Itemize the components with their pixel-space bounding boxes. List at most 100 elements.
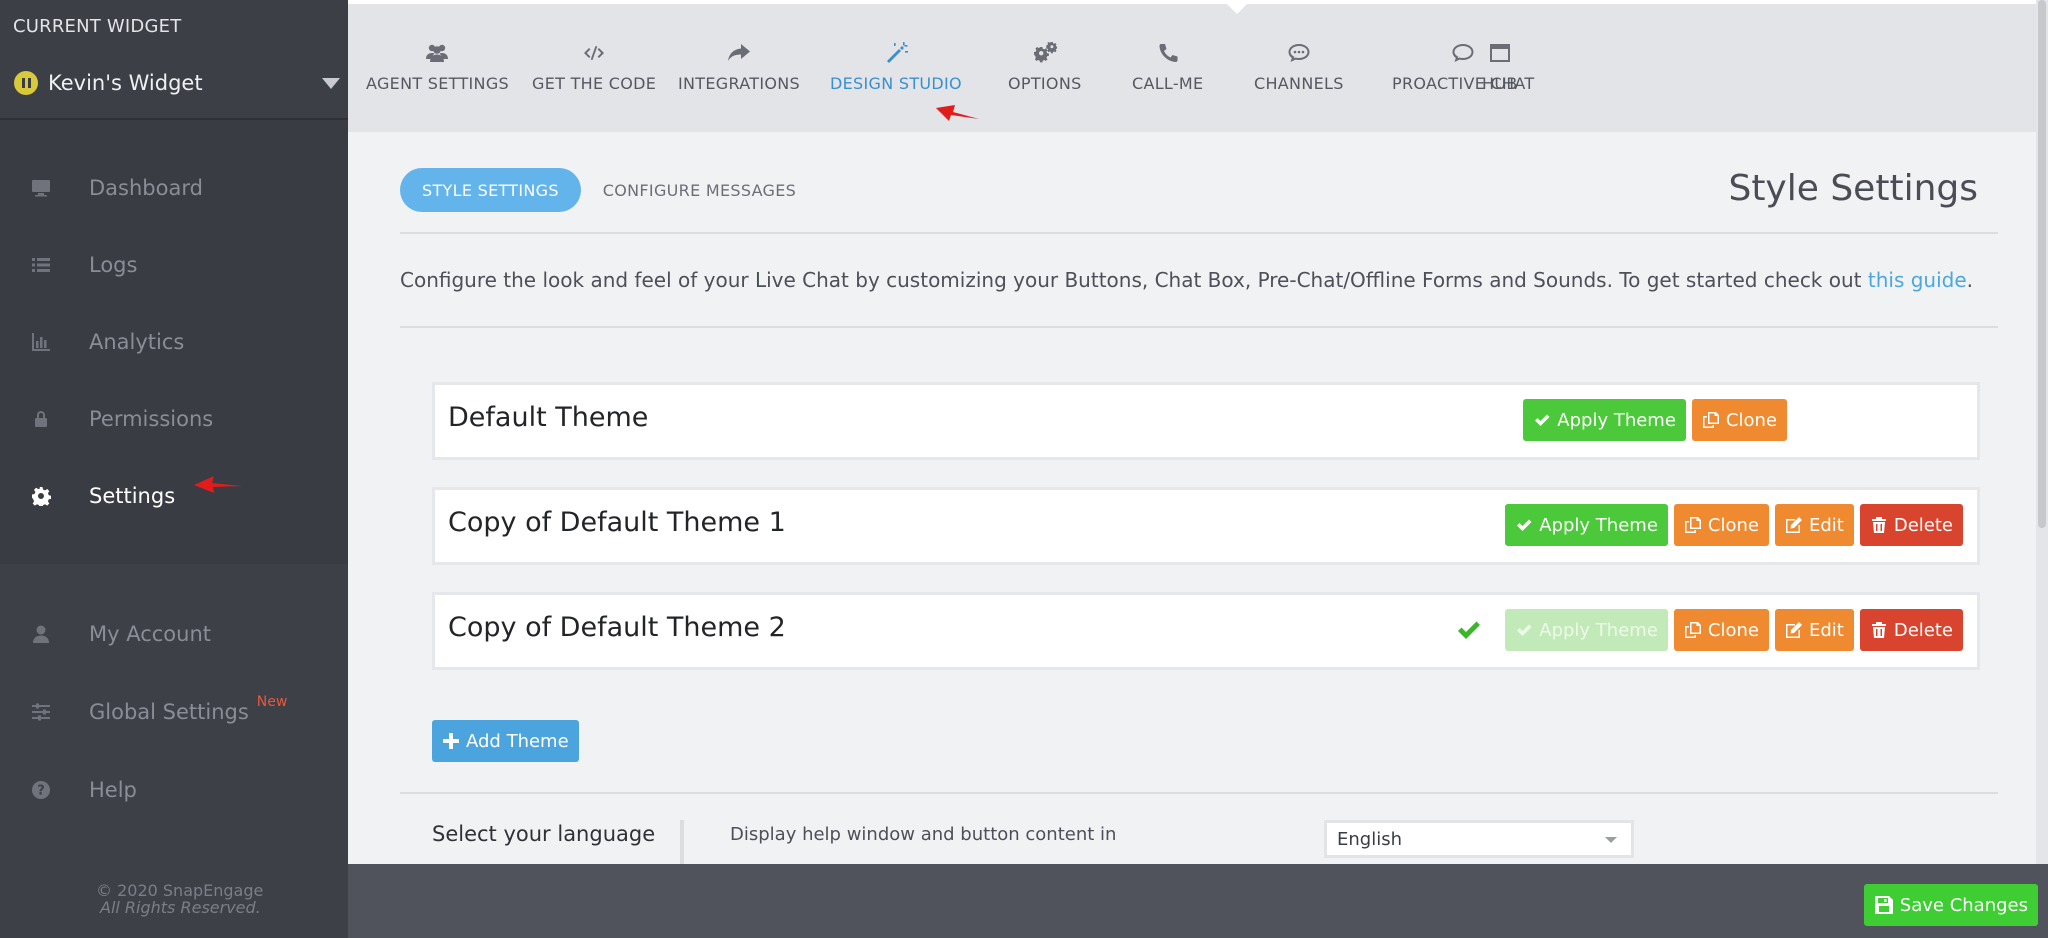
sidebar-item-dashboard[interactable]: Dashboard: [0, 163, 348, 213]
pause-status-icon: [14, 71, 38, 95]
rights-line: All Rights Reserved.: [100, 898, 261, 917]
tab-label: HUB: [1482, 74, 1518, 93]
list-icon: [29, 253, 53, 277]
current-widget-label: CURRENT WIDGET: [13, 16, 182, 37]
svg-text:?: ?: [37, 784, 45, 799]
sliders-icon: [29, 700, 53, 724]
add-theme-button[interactable]: Add Theme: [432, 720, 579, 762]
copy-icon: [1684, 622, 1701, 638]
sidebar-item-label: My Account: [89, 622, 212, 646]
floppy-disk-icon: [1874, 896, 1893, 914]
new-badge: New: [256, 694, 288, 710]
caret-down-icon: [322, 77, 340, 89]
scrollbar-thumb[interactable]: [2038, 0, 2046, 528]
apply-theme-label: Apply Theme: [1539, 619, 1658, 641]
dropdown-arrow-icon: [1605, 837, 1617, 843]
tab-label: DESIGN STUDIO: [830, 74, 962, 93]
clone-label: Clone: [1707, 619, 1759, 641]
main-content: STYLE SETTINGS CONFIGURE MESSAGES Style …: [348, 132, 2036, 864]
page-title: Style Settings: [1728, 168, 1978, 209]
clone-button[interactable]: Clone: [1673, 504, 1769, 546]
sidebar-item-help[interactable]: ? Help: [0, 765, 348, 815]
subtab-bar: STYLE SETTINGS CONFIGURE MESSAGES: [400, 168, 796, 212]
language-selected-value: English: [1337, 828, 1402, 850]
guide-link[interactable]: this guide: [1868, 268, 1967, 292]
tab-get-the-code[interactable]: GET THE CODE: [532, 40, 656, 104]
clone-label: Clone: [1707, 514, 1759, 536]
language-select[interactable]: English: [1324, 820, 1634, 858]
edit-label: Edit: [1808, 619, 1844, 641]
sidebar-item-my-account[interactable]: My Account: [0, 609, 348, 659]
chat-dots-icon: [1286, 40, 1312, 66]
footer-bar: Save Changes: [348, 864, 2048, 938]
sidebar-item-label: Settings: [89, 484, 176, 508]
divider: [400, 326, 1998, 328]
edit-button[interactable]: Edit: [1774, 504, 1854, 546]
tab-label: AGENT SETTINGS: [366, 74, 509, 93]
edit-icon: [1785, 622, 1802, 638]
theme-name: Copy of Default Theme 1: [448, 507, 786, 538]
sidebar-item-permissions[interactable]: Permissions: [0, 394, 348, 444]
apply-theme-button-disabled: Apply Theme: [1505, 609, 1668, 651]
tab-label: CHANNELS: [1254, 74, 1344, 93]
tab-call-me[interactable]: CALL-ME: [1132, 40, 1203, 104]
active-tab-notch: [1223, 0, 1251, 14]
delete-button[interactable]: Delete: [1859, 504, 1963, 546]
language-label: Select your language: [432, 822, 656, 846]
apply-theme-button[interactable]: Apply Theme: [1505, 504, 1668, 546]
check-icon: [1535, 414, 1550, 426]
sidebar-item-analytics[interactable]: Analytics: [0, 317, 348, 367]
theme-card-copy-1: Copy of Default Theme 1 Apply Theme Clon…: [432, 487, 1980, 565]
sidebar-item-logs[interactable]: Logs: [0, 240, 348, 290]
question-icon: ?: [29, 778, 53, 802]
save-changes-button[interactable]: Save Changes: [1863, 884, 2038, 926]
language-divider: [680, 820, 684, 864]
tab-agent-settings[interactable]: AGENT SETTINGS: [366, 40, 509, 104]
sidebar-item-label: Permissions: [89, 407, 214, 431]
sidebar-item-settings[interactable]: Settings: [0, 471, 348, 521]
code-icon: [581, 40, 607, 66]
check-icon: [1517, 519, 1532, 531]
delete-label: Delete: [1893, 514, 1953, 536]
copyright-line: © 2020 SnapEngage: [96, 881, 264, 900]
edit-label: Edit: [1808, 514, 1844, 536]
sidebar-item-label: Analytics: [89, 330, 185, 354]
subtab-style-settings[interactable]: STYLE SETTINGS: [400, 168, 581, 212]
widget-selector[interactable]: Kevin's Widget: [14, 66, 342, 100]
subtab-configure-messages[interactable]: CONFIGURE MESSAGES: [603, 181, 796, 200]
tab-design-studio[interactable]: DESIGN STUDIO: [830, 40, 962, 104]
red-arrow-annotation: [194, 476, 242, 493]
plus-icon: [443, 733, 459, 749]
description-text: Configure the look and feel of your Live…: [400, 268, 1868, 292]
scrollbar[interactable]: [2036, 0, 2048, 864]
divider: [400, 232, 1998, 234]
tab-label: GET THE CODE: [532, 74, 657, 93]
magic-wand-icon: [883, 40, 909, 66]
theme-card-default: Default Theme Apply Theme Clone: [432, 382, 1980, 460]
tab-hub[interactable]: HUB: [1482, 40, 1518, 104]
clone-button[interactable]: Clone: [1691, 399, 1787, 441]
tab-integrations[interactable]: INTEGRATIONS: [678, 40, 800, 104]
sidebar-item-global-settings[interactable]: Global Settings New: [0, 687, 348, 737]
share-icon: [726, 40, 752, 66]
edit-button[interactable]: Edit: [1774, 609, 1854, 651]
tab-channels[interactable]: CHANNELS: [1254, 40, 1344, 104]
monitor-icon: [29, 176, 53, 200]
bar-chart-icon: [29, 330, 53, 354]
clone-label: Clone: [1725, 409, 1777, 431]
edit-icon: [1785, 517, 1802, 533]
trash-icon: [1871, 517, 1886, 533]
delete-button[interactable]: Delete: [1859, 609, 1963, 651]
tab-label: INTEGRATIONS: [678, 74, 800, 93]
widget-name: Kevin's Widget: [48, 71, 203, 95]
current-widget-panel: CURRENT WIDGET Kevin's Widget: [0, 0, 348, 120]
sidebar-item-label: Global Settings: [89, 700, 249, 724]
description-end: .: [1966, 268, 1974, 292]
copyright: © 2020 SnapEngage All Rights Reserved.: [96, 882, 263, 916]
clone-button[interactable]: Clone: [1673, 609, 1769, 651]
apply-theme-button[interactable]: Apply Theme: [1523, 399, 1686, 441]
apply-theme-label: Apply Theme: [1557, 409, 1676, 431]
gear-icon: [29, 484, 53, 508]
language-help-text: Display help window and button content i…: [730, 824, 1117, 845]
tab-options[interactable]: OPTIONS: [1008, 40, 1082, 104]
